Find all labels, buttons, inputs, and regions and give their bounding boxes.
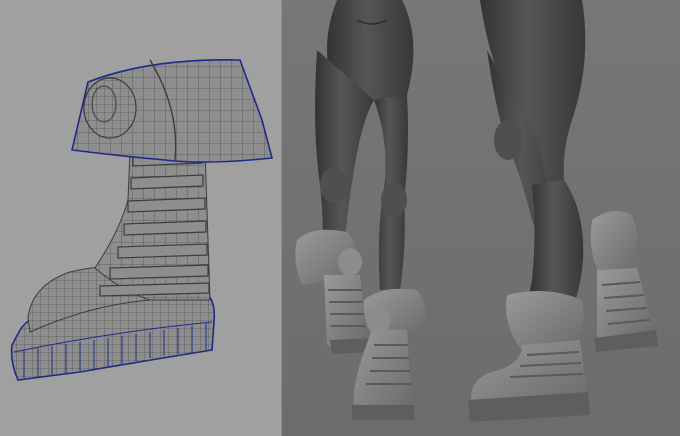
shaded-canvas [282,0,680,436]
wireframe-viewport[interactable] [0,0,281,436]
wireframe-canvas [0,0,281,436]
maya-dual-viewport [0,0,680,436]
shaded-viewport[interactable] [282,0,680,436]
